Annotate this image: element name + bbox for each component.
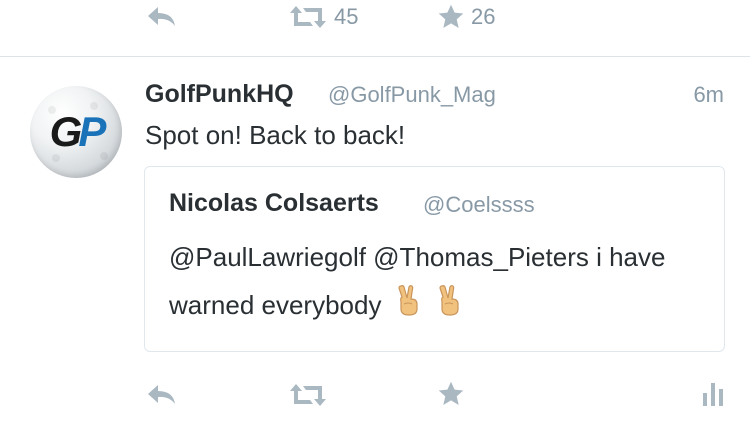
tweet-divider <box>0 56 750 57</box>
reply-button[interactable] <box>145 4 177 30</box>
reply-button[interactable] <box>145 382 177 408</box>
victory-hand-emoji <box>436 283 464 331</box>
like-star-icon <box>438 381 464 405</box>
retweet-count: 45 <box>334 4 359 29</box>
like-button[interactable] <box>437 380 465 408</box>
reply-icon <box>148 385 175 404</box>
quoted-tweet-text: @PaulLawriegolf @Thomas_Pieters i have w… <box>169 233 689 331</box>
retweet-icon <box>290 6 326 28</box>
retweet-button[interactable]: 45 <box>288 4 358 30</box>
reply-icon <box>148 7 175 26</box>
display-name[interactable]: GolfPunkHQ <box>145 80 294 109</box>
like-star-icon <box>438 4 464 28</box>
like-count: 26 <box>471 4 496 29</box>
tweet-text: Spot on! Back to back! <box>145 120 406 150</box>
quoted-user-handle: @Coelssss <box>423 192 535 217</box>
quoted-display-name: Nicolas Colsaerts <box>169 189 379 217</box>
user-handle[interactable]: @GolfPunk_Mag <box>328 82 496 108</box>
like-button[interactable]: 26 <box>437 3 495 31</box>
victory-hand-emoji <box>395 283 423 331</box>
analytics-icon <box>703 383 723 406</box>
analytics-button[interactable] <box>701 381 725 407</box>
ball-dimple <box>52 154 60 162</box>
quoted-tweet-card[interactable]: Nicolas Colsaerts @Coelssss @PaulLawrieg… <box>144 166 725 352</box>
golfpunk-logo: GP <box>49 108 107 155</box>
retweet-button[interactable] <box>288 382 328 408</box>
retweet-icon <box>290 384 326 406</box>
tweet-timestamp[interactable]: 6m <box>693 82 724 108</box>
avatar[interactable]: GP <box>30 86 122 178</box>
